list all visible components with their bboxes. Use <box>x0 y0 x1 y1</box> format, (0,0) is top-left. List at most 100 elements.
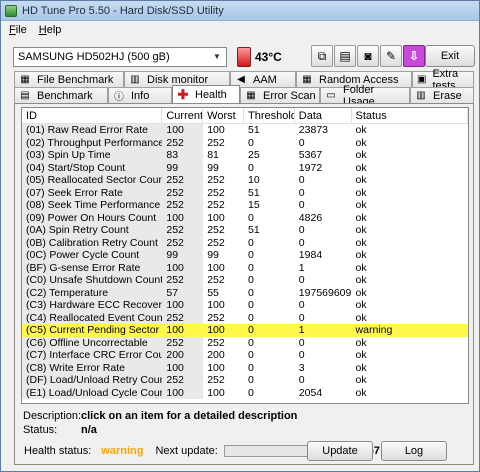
cell-data: 0 <box>298 186 305 199</box>
cell-status: ok <box>355 286 367 299</box>
column-header-status[interactable]: Status <box>352 108 468 123</box>
cell-worst: 100 <box>207 124 225 136</box>
cell-data: 1 <box>294 324 352 337</box>
cell-threshold: 0 <box>248 211 254 224</box>
log-button[interactable]: Log <box>381 441 447 461</box>
tab-error-scan[interactable]: ▦ Error Scan <box>240 87 320 103</box>
tab-health[interactable]: ✚ Health <box>172 85 240 103</box>
table-row[interactable]: (C4) Reallocated Event Count 252 252 0 0 ok <box>22 311 468 324</box>
cell-status: ok <box>355 211 367 224</box>
options-button[interactable]: ✎ <box>380 45 402 67</box>
cell-current: 252 <box>162 136 204 149</box>
cell-data: 3 <box>298 361 305 374</box>
table-row[interactable]: (0C) Power Cycle Count 99 99 0 1984 ok <box>22 249 468 262</box>
table-row[interactable]: (C8) Write Error Rate 100 100 0 3 ok <box>22 361 468 374</box>
cell-data: 0 <box>298 199 305 211</box>
tab-folder-usage[interactable]: ▭ Folder Usage <box>320 84 410 108</box>
tab-info[interactable]: ⓘ Info <box>108 87 172 103</box>
table-row[interactable]: (C3) Hardware ECC Recovered 100 100 0 0 ok <box>22 299 468 312</box>
cell-current: 100 <box>162 361 204 374</box>
table-row[interactable]: (C5) Current Pending Sector 100 100 0 1 warni… <box>22 324 468 337</box>
download-button[interactable]: ⇩ <box>403 45 425 67</box>
table-row[interactable]: (07) Seek Error Rate 252 252 51 0 ok <box>22 186 468 199</box>
tab-file-benchmark[interactable]: ▦ File Benchmark <box>14 71 124 87</box>
status-label: Status: <box>23 424 58 436</box>
cell-status: ok <box>355 299 367 311</box>
update-button[interactable]: Update <box>307 441 373 461</box>
cell-status: ok <box>355 386 367 399</box>
table-row[interactable]: (09) Power On Hours Count 100 100 0 4826 ok <box>22 211 468 224</box>
status-row: Status: n/a <box>23 424 97 436</box>
cell-data: 1 <box>298 261 305 274</box>
table-row[interactable]: (08) Seek Time Performance 252 252 15 0 ok <box>22 199 468 212</box>
table-row[interactable]: (BF) G-sense Error Rate 100 100 0 1 ok <box>22 261 468 274</box>
tab-extra-tests[interactable]: ▣ Extra tests <box>412 68 474 92</box>
camera-icon: ◙ <box>364 49 372 63</box>
copy-text-button[interactable]: ▤ <box>334 45 356 67</box>
cell-threshold: 0 <box>248 349 254 361</box>
table-row[interactable]: (C7) Interface CRC Error Count 200 200 0 0 ok <box>22 349 468 362</box>
table-row[interactable]: (03) Spin Up Time 83 81 25 5367 ok <box>22 149 468 162</box>
wrench-icon: ✎ <box>385 49 397 63</box>
cell-worst: 252 <box>207 186 225 199</box>
table-row[interactable]: (01) Raw Read Error Rate 100 100 51 23873 ok <box>22 124 468 137</box>
column-header-worst[interactable]: Worst <box>203 108 244 123</box>
disk-monitor-icon: ▥ <box>130 74 140 85</box>
table-row[interactable]: (E1) Load/Unload Cycle Count 100 100 0 2054 o… <box>22 386 468 399</box>
table-row[interactable]: (DF) Load/Unload Retry Count 252 252 0 0 ok <box>22 374 468 387</box>
cell-data: 0 <box>298 349 305 361</box>
table-row[interactable]: (02) Throughput Performance 252 252 0 0 ok <box>22 136 468 149</box>
column-header-current[interactable]: Current <box>162 108 204 123</box>
column-header-id[interactable]: ID <box>22 108 163 123</box>
extra-tests-icon: ▣ <box>417 74 427 85</box>
cell-worst: 252 <box>207 199 225 211</box>
drive-select[interactable]: SAMSUNG HD502HJ (500 gB) ▼ <box>13 47 227 67</box>
cell-id: (C6) Offline Uncorrectable <box>22 336 163 349</box>
column-header-data[interactable]: Data <box>295 108 352 123</box>
cell-data: 4826 <box>298 211 323 224</box>
info-icon: ⓘ <box>114 92 124 103</box>
cell-id: (C8) Write Error Rate <box>22 361 163 374</box>
cell-worst: 252 <box>207 174 225 186</box>
cell-threshold: 0 <box>248 311 254 324</box>
exit-button[interactable]: Exit <box>425 45 475 67</box>
cell-status: ok <box>355 236 367 249</box>
cell-data: 0 <box>298 336 305 349</box>
cell-current: 252 <box>162 311 204 324</box>
cell-id: (C0) Unsafe Shutdown Count <box>22 274 163 287</box>
cell-threshold: 0 <box>248 336 254 349</box>
random-access-icon: ▦ <box>302 74 312 85</box>
cell-threshold: 0 <box>248 161 254 174</box>
cell-current: 57 <box>162 286 204 299</box>
cell-id: (C7) Interface CRC Error Count <box>22 349 163 362</box>
table-row[interactable]: (C0) Unsafe Shutdown Count 252 252 0 0 ok <box>22 274 468 287</box>
copy-info-button[interactable]: ⧉ <box>311 45 333 67</box>
health-cross-icon: ✚ <box>177 86 189 102</box>
cell-status: ok <box>355 224 367 236</box>
cell-id: (C4) Reallocated Event Count <box>22 311 163 324</box>
menu-file[interactable]: File <box>9 24 27 36</box>
table-row[interactable]: (0A) Spin Retry Count 252 252 51 0 ok <box>22 224 468 237</box>
menu-help[interactable]: Help <box>39 24 62 36</box>
table-row[interactable]: (05) Reallocated Sector Count 252 252 10 0 ok <box>22 174 468 187</box>
health-status-value: warning <box>101 445 144 457</box>
cell-status: ok <box>355 311 367 324</box>
cell-threshold: 0 <box>248 361 254 374</box>
column-header-threshold[interactable]: Threshold <box>244 108 295 123</box>
cell-worst: 99 <box>207 249 219 261</box>
cell-data: 5367 <box>298 149 323 161</box>
table-row[interactable]: (C2) Temperature5755 0 197569609...ok <box>22 286 468 299</box>
tab-erase[interactable]: ▥ Erase <box>410 87 474 103</box>
table-row[interactable]: (04) Start/Stop Count 99 99 0 1972 ok <box>22 161 468 174</box>
cell-status: ok <box>355 174 367 186</box>
chevron-down-icon[interactable]: ▼ <box>210 50 224 64</box>
tab-benchmark[interactable]: ▤ Benchmark <box>14 87 108 103</box>
smart-table[interactable]: ID Current Worst Threshold Data Status (… <box>21 107 469 404</box>
table-row[interactable]: (0B) Calibration Retry Count 252 252 0 0 ok <box>22 236 468 249</box>
cell-threshold: 0 <box>248 274 254 286</box>
screenshot-button[interactable]: ◙ <box>357 45 379 67</box>
temperature-value: 43°C <box>255 50 282 64</box>
cell-threshold: 0 <box>244 324 295 337</box>
cell-id: (04) Start/Stop Count <box>22 161 163 174</box>
table-row[interactable]: (C6) Offline Uncorrectable 252 252 0 0 ok <box>22 336 468 349</box>
